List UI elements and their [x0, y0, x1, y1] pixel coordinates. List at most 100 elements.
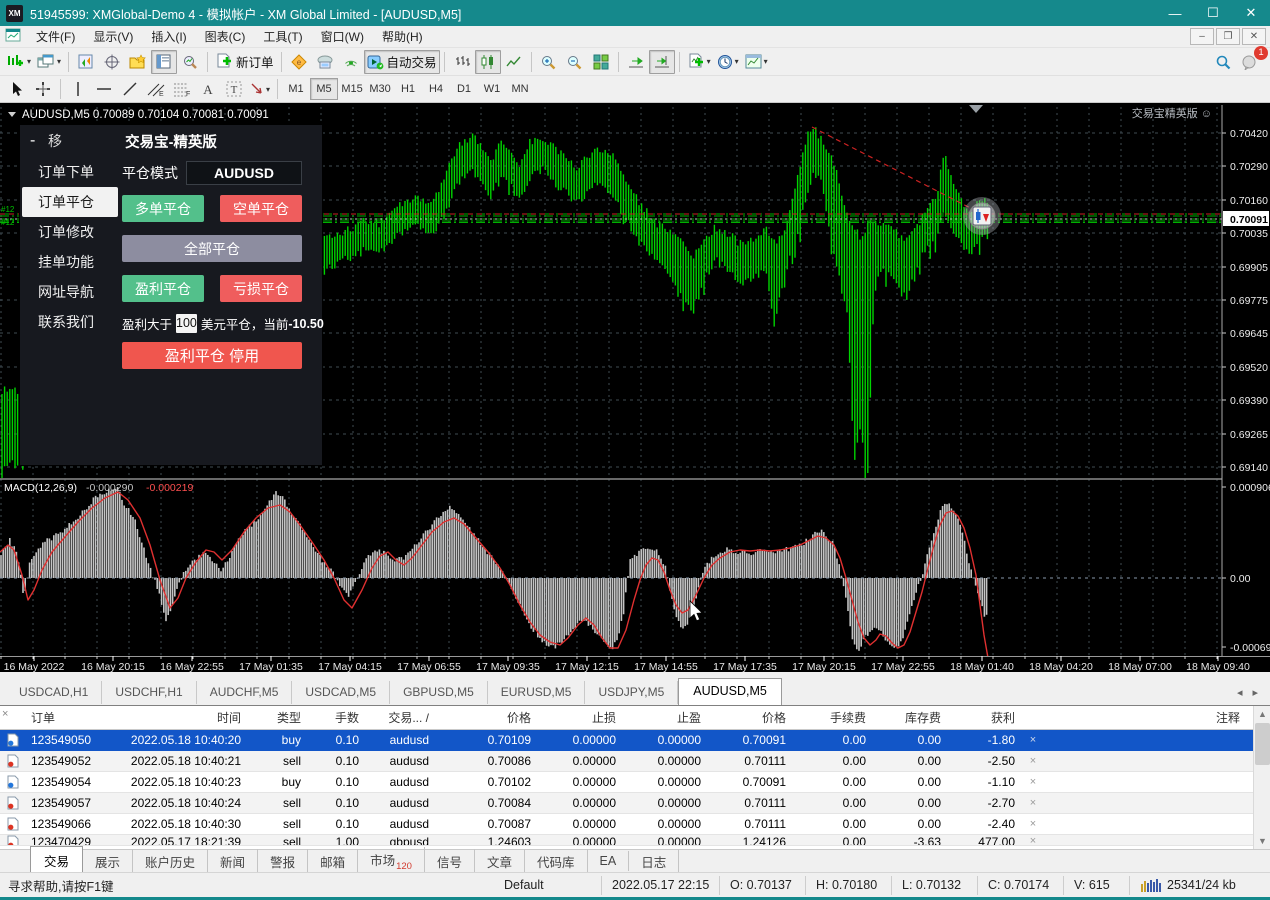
close-button[interactable]: ✕ — [1232, 0, 1270, 26]
menu-item-帮助H[interactable]: 帮助(H) — [373, 28, 432, 46]
terminal-tab-邮箱[interactable]: 邮箱 — [308, 849, 358, 874]
chart-tab-usdcad-m5[interactable]: USDCAD,M5 — [292, 681, 390, 704]
chart-tab-audusd-m5[interactable]: AUDUSD,M5 — [678, 678, 782, 705]
timeframe-h4[interactable]: H4 — [422, 78, 450, 100]
menu-item-插入I[interactable]: 插入(I) — [142, 28, 195, 46]
panel-menu-挂单功能[interactable]: 挂单功能 — [20, 247, 120, 277]
navigator-button[interactable] — [125, 50, 151, 74]
column-header-6[interactable]: 止损 — [536, 709, 621, 726]
auto-trading-button[interactable]: 自动交易 — [364, 50, 440, 74]
chart-tab-usdchf-h1[interactable]: USDCHF,H1 — [102, 681, 196, 704]
chart-tab-gbpusd-m5[interactable]: GBPUSD,M5 — [390, 681, 488, 704]
terminal-tab-EA[interactable]: EA — [588, 851, 630, 871]
terminal-tab-信号[interactable]: 信号 — [425, 849, 475, 874]
horizontal-line-tool-button[interactable] — [91, 77, 117, 101]
status-profile[interactable]: Default — [494, 876, 602, 895]
terminal-tab-账户历史[interactable]: 账户历史 — [133, 849, 208, 874]
panel-menu-联系我们[interactable]: 联系我们 — [20, 307, 120, 337]
terminal-tab-展示[interactable]: 展示 — [83, 849, 133, 874]
close-profitable-button[interactable]: 盈利平仓 — [122, 275, 204, 302]
terminal-tab-新闻[interactable]: 新闻 — [208, 849, 258, 874]
trendline-tool-button[interactable] — [117, 77, 143, 101]
menu-item-显示V[interactable]: 显示(V) — [84, 28, 142, 46]
column-header-11[interactable]: 获利 — [946, 709, 1020, 726]
minimize-button[interactable]: — — [1156, 0, 1194, 26]
panel-menu-订单修改[interactable]: 订单修改 — [20, 217, 120, 247]
terminal-tab-警报[interactable]: 警报 — [258, 849, 308, 874]
line-chart-button[interactable] — [501, 50, 527, 74]
close-short-button[interactable]: 空单平仓 — [220, 195, 302, 222]
terminal-tab-交易[interactable]: 交易 — [30, 846, 83, 875]
tabs-scroll-left-icon[interactable]: ◂ — [1237, 686, 1243, 699]
column-header-5[interactable]: 价格 — [434, 709, 536, 726]
menu-item-窗口W[interactable]: 窗口(W) — [312, 28, 373, 46]
column-header-1[interactable]: 时间 — [114, 709, 246, 726]
profit-threshold-input[interactable]: 100 — [176, 314, 197, 333]
fibonacci-tool-button[interactable]: F — [169, 77, 195, 101]
templates-button[interactable]: ▾ — [742, 50, 771, 74]
close-long-button[interactable]: 多单平仓 — [122, 195, 204, 222]
bar-chart-button[interactable] — [449, 50, 475, 74]
order-row-123549057[interactable]: 1235490572022.05.18 10:40:24sell0.10audu… — [0, 793, 1270, 814]
arrows-tool-button[interactable]: ▾ — [247, 77, 273, 101]
terminal-close-icon[interactable]: × — [2, 708, 8, 720]
trading-panel[interactable]: - 移 交易宝-精英版 订单下单订单平仓订单修改挂单功能网址导航联系我们 平仓模… — [20, 125, 322, 465]
label-tool-button[interactable]: T — [221, 77, 247, 101]
profiles-button[interactable]: ▾ — [34, 50, 64, 74]
column-header-9[interactable]: 手续费 — [791, 709, 871, 726]
column-header-4[interactable]: 交易... / — [364, 709, 434, 726]
panel-header[interactable]: - 移 交易宝-精英版 — [20, 125, 322, 157]
terminal-tab-日志[interactable]: 日志 — [629, 849, 679, 874]
tile-windows-button[interactable] — [588, 50, 614, 74]
periods-button[interactable]: ▾ — [714, 50, 742, 74]
metaeditor-button[interactable]: e — [286, 50, 312, 74]
mdi-close-button[interactable]: ✕ — [1242, 28, 1266, 45]
mdi-restore-button[interactable]: ❐ — [1216, 28, 1240, 45]
order-row-123549052[interactable]: 1235490522022.05.18 10:40:21sell0.10audu… — [0, 751, 1270, 772]
zoom-out-button[interactable] — [562, 50, 588, 74]
column-header-8[interactable]: 价格 — [706, 709, 791, 726]
order-close-icon[interactable]: × — [1020, 797, 1046, 809]
order-row-123470429[interactable]: 1234704292022.05.17 18:21:39sell1.00gbpu… — [0, 835, 1270, 846]
search-icon[interactable] — [1210, 50, 1236, 74]
timeframe-w1[interactable]: W1 — [478, 78, 506, 100]
panel-menu-订单平仓[interactable]: 订单平仓 — [22, 187, 118, 217]
chart-tab-audchf-m5[interactable]: AUDCHF,M5 — [197, 681, 293, 704]
close-losing-button[interactable]: 亏损平仓 — [220, 275, 302, 302]
order-close-icon[interactable]: × — [1020, 776, 1046, 788]
chart-shift-button[interactable] — [649, 50, 675, 74]
column-header-comment[interactable]: 注释 — [1046, 709, 1270, 726]
signals-button[interactable] — [338, 50, 364, 74]
column-header-10[interactable]: 库存费 — [871, 709, 946, 726]
close-all-button[interactable]: 全部平仓 — [122, 235, 302, 262]
terminal-button[interactable] — [151, 50, 177, 74]
auto-scroll-button[interactable] — [623, 50, 649, 74]
indicators-button[interactable]: ▾ — [684, 50, 714, 74]
tabs-scroll-right-icon[interactable]: ▸ — [1252, 686, 1258, 699]
order-close-icon[interactable]: × — [1020, 835, 1046, 846]
chart-tab-eurusd-m5[interactable]: EURUSD,M5 — [488, 681, 586, 704]
scroll-up-icon[interactable]: ▲ — [1254, 706, 1270, 722]
chart-tab-usdjpy-m5[interactable]: USDJPY,M5 — [585, 681, 678, 704]
maximize-button[interactable]: ☐ — [1194, 0, 1232, 26]
orders-scrollbar[interactable]: ▲ ▼ — [1253, 706, 1270, 849]
candlestick-button[interactable] — [475, 50, 501, 74]
order-row-123549054[interactable]: 1235490542022.05.18 10:40:23buy0.10audus… — [0, 772, 1270, 793]
data-window-button[interactable] — [99, 50, 125, 74]
crosshair-tool-button[interactable] — [30, 77, 56, 101]
column-header-0[interactable]: 订单 — [26, 709, 114, 726]
zoom-in-button[interactable] — [536, 50, 562, 74]
mdi-minimize-button[interactable]: – — [1190, 28, 1214, 45]
scrollbar-thumb[interactable] — [1255, 723, 1270, 765]
order-close-icon[interactable]: × — [1020, 734, 1046, 746]
virtual-hosting-button[interactable] — [312, 50, 338, 74]
timeframe-m1[interactable]: M1 — [282, 78, 310, 100]
panel-menu-网址导航[interactable]: 网址导航 — [20, 277, 120, 307]
new-chart-button[interactable]: ▾ — [4, 50, 34, 74]
profit-close-toggle-button[interactable]: 盈利平仓 停用 — [122, 342, 302, 369]
scroll-down-icon[interactable]: ▼ — [1254, 833, 1270, 849]
terminal-tab-代码库[interactable]: 代码库 — [525, 849, 588, 874]
terminal-tab-市场[interactable]: 市场120 — [358, 847, 425, 875]
menu-item-工具T[interactable]: 工具(T) — [254, 28, 311, 46]
menu-item-图表C[interactable]: 图表(C) — [196, 28, 255, 46]
